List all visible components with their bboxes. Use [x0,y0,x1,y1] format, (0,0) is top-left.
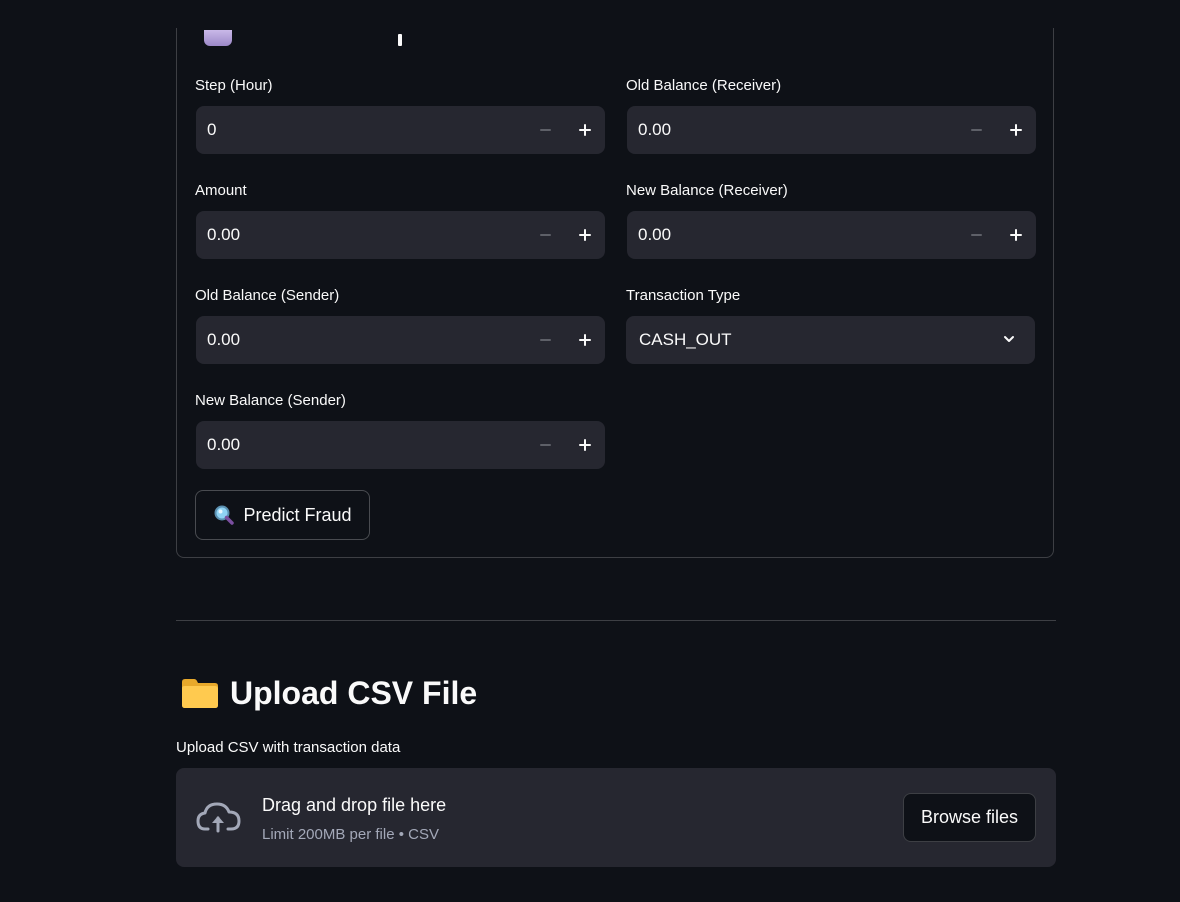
old-balance-receiver-label: Old Balance (Receiver) [626,77,782,94]
amount-value[interactable]: 0.00 [207,225,240,245]
plus-icon [579,439,591,451]
upload-field-label: Upload CSV with transaction data [176,739,401,756]
new-balance-receiver-increment-button[interactable] [996,211,1036,259]
file-dropzone[interactable]: Drag and drop file here Limit 200MB per … [176,768,1056,867]
predict-fraud-button[interactable]: Predict Fraud [195,490,370,540]
amount-input[interactable]: 0.00 [196,211,605,259]
viewport-top-edge [0,0,1180,28]
new-balance-sender-input[interactable]: 0.00 [196,421,605,469]
step-input[interactable]: 0 [196,106,605,154]
plus-icon [579,334,591,346]
old-balance-sender-decrement-button[interactable] [525,316,565,364]
plus-icon [579,124,591,136]
new-balance-sender-increment-button[interactable] [565,421,605,469]
browse-files-button[interactable]: Browse files [903,793,1036,842]
minus-icon [970,129,982,131]
cloud-upload-icon [196,802,241,833]
old-balance-sender-label: Old Balance (Sender) [195,287,340,304]
new-balance-receiver-value[interactable]: 0.00 [638,225,671,245]
new-balance-receiver-decrement-button[interactable] [956,211,996,259]
minus-icon [539,234,551,236]
folder-icon [182,679,218,708]
old-balance-receiver-input[interactable]: 0.00 [627,106,1036,154]
minus-icon [539,444,551,446]
old-balance-sender-increment-button[interactable] [565,316,605,364]
dropzone-title: Drag and drop file here [262,795,447,815]
magnifier-icon [214,505,235,525]
amount-label: Amount [195,182,247,199]
old-balance-receiver-increment-button[interactable] [996,106,1036,154]
plus-icon [1010,229,1022,241]
transaction-type-value: CASH_OUT [639,330,732,349]
amount-increment-button[interactable] [565,211,605,259]
amount-decrement-button[interactable] [525,211,565,259]
new-balance-sender-decrement-button[interactable] [525,421,565,469]
transaction-type-label: Transaction Type [626,287,741,304]
transaction-type-select[interactable]: CASH_OUT [626,316,1035,364]
page: Step (Hour) 0 Amount 0.00 Old Balance (S… [0,0,1180,902]
step-value[interactable]: 0 [207,120,216,140]
new-balance-sender-label: New Balance (Sender) [195,392,346,409]
predict-fraud-label: Predict Fraud [243,504,352,525]
upload-section-title: Upload CSV File [230,675,478,711]
minus-icon [970,234,982,236]
new-balance-sender-value[interactable]: 0.00 [207,435,240,455]
heading-text-fragment [398,34,402,46]
minus-icon [539,129,551,131]
new-balance-receiver-label: New Balance (Receiver) [626,182,788,199]
prediction-form-card [176,0,1054,558]
section-divider [176,620,1056,621]
old-balance-sender-input[interactable]: 0.00 [196,316,605,364]
old-balance-sender-value[interactable]: 0.00 [207,330,240,350]
step-decrement-button[interactable] [525,106,565,154]
old-balance-receiver-decrement-button[interactable] [956,106,996,154]
plus-icon [1010,124,1022,136]
step-label: Step (Hour) [195,77,273,94]
minus-icon [539,339,551,341]
dropzone-subtitle: Limit 200MB per file • CSV [262,826,439,843]
plus-icon [579,229,591,241]
step-increment-button[interactable] [565,106,605,154]
heading-emoji-icon [204,30,232,46]
new-balance-receiver-input[interactable]: 0.00 [627,211,1036,259]
old-balance-receiver-value[interactable]: 0.00 [638,120,671,140]
chevron-down-icon [1004,336,1014,342]
